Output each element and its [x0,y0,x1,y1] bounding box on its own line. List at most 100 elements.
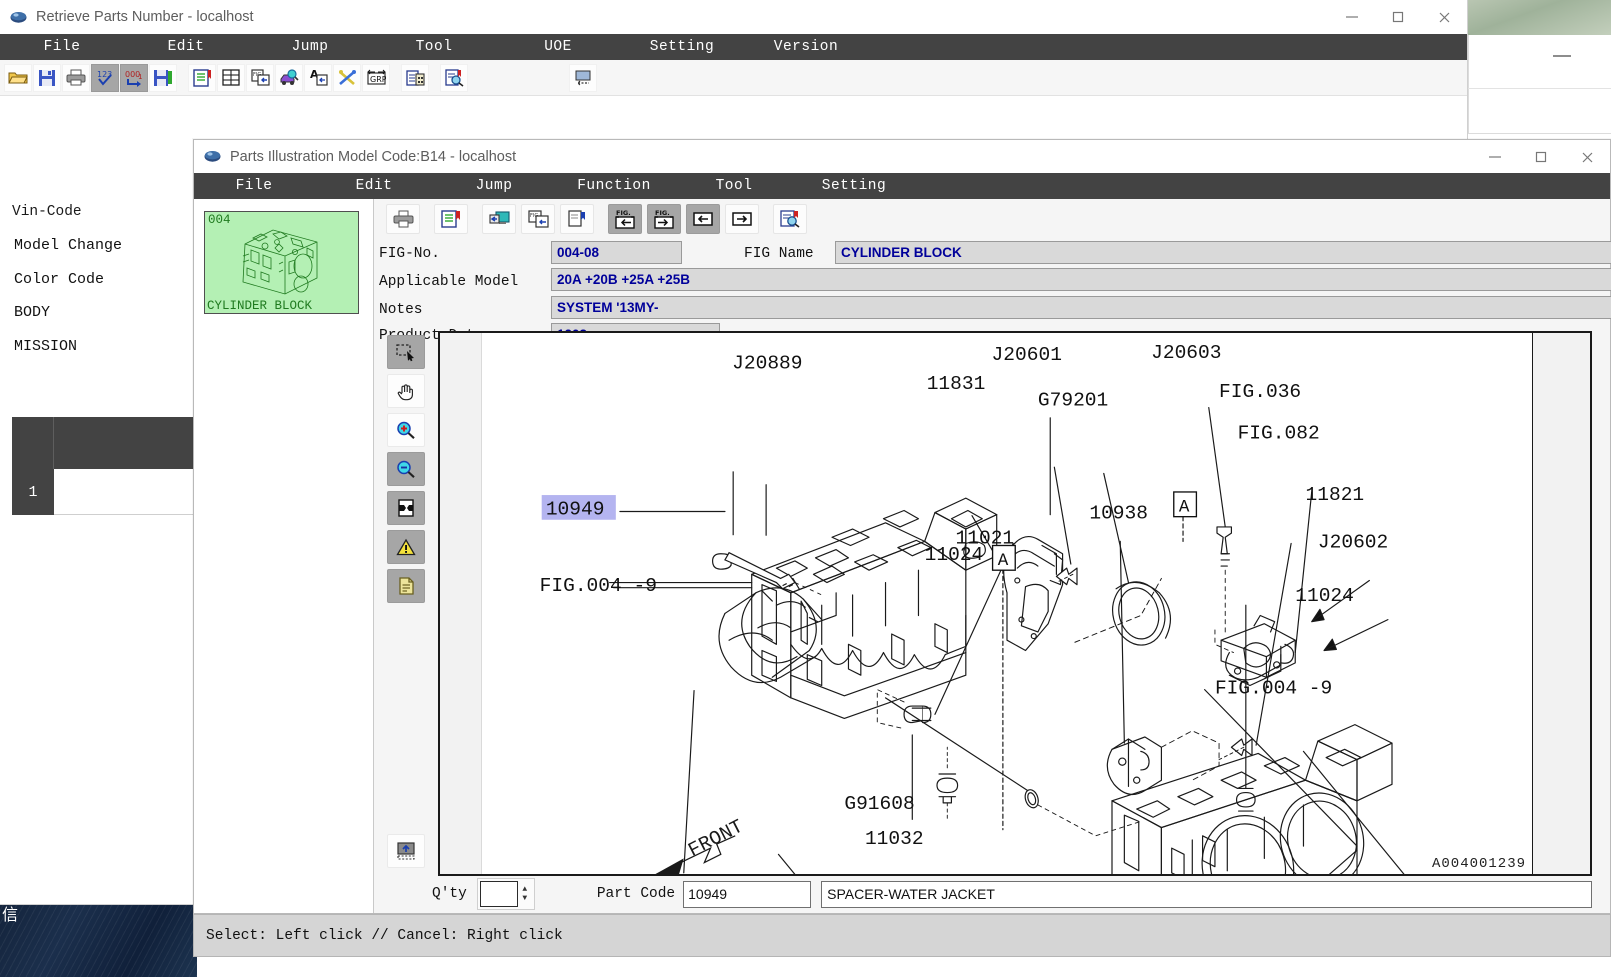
save-icon[interactable] [33,63,61,92]
fig-no-field[interactable]: 004-08 [551,241,682,265]
menu-uoe[interactable]: UOE [496,39,620,55]
child-window-controls [1472,140,1610,174]
child-menu-tool[interactable]: Tool [674,178,794,194]
numbers-sort-icon[interactable]: 000 1 [120,63,148,92]
child-window-titlebar[interactable]: Parts Illustration Model Code:B14 - loca… [194,140,1610,173]
main-window-controls [1329,0,1467,34]
zoom-out-icon[interactable] [387,452,425,487]
fig-jump-icon[interactable]: FIG [246,63,274,92]
transfer-pc-icon[interactable] [482,203,516,234]
main-window-titlebar[interactable]: Retrieve Parts Number - localhost [0,0,1467,34]
svg-text:11821: 11821 [1306,485,1365,507]
menu-jump[interactable]: Jump [248,39,372,55]
illustration-canvas[interactable]: FRONT J20889 11831 J20601 G79201 J20603 … [438,331,1592,876]
fig-no-label: FIG-No. [379,246,440,263]
child-menu-function[interactable]: Function [554,178,674,194]
marquee-select-icon[interactable] [387,335,425,370]
svg-text:11032: 11032 [865,828,924,850]
warning-icon[interactable] [387,530,425,565]
background-window-minimize-icon[interactable] [1553,55,1571,57]
menu-file[interactable]: File [0,39,124,55]
svg-text:FIG.: FIG. [655,209,670,217]
minimize-button[interactable] [1329,0,1375,34]
numbers-check-icon[interactable]: 123 [91,63,119,92]
svg-text:11831: 11831 [927,373,986,395]
figure-thumbnail[interactable]: 004 CYLINDER BLOCK [204,211,359,314]
canvas-drawing-surface[interactable]: FRONT J20889 11831 J20601 G79201 J20603 … [482,333,1532,874]
svg-text:A: A [998,551,1009,571]
qty-label: Q'ty [432,886,467,903]
svg-text:G79201: G79201 [1038,390,1108,412]
svg-text:FIG.004 -9: FIG.004 -9 [1215,678,1332,700]
svg-text:1: 1 [138,73,142,81]
order-list-icon[interactable] [434,203,468,234]
main-menubar: File Edit Jump Tool UOE Setting Version [0,34,1467,60]
main-window-title: Retrieve Parts Number - localhost [36,9,254,25]
child-close-button[interactable] [1564,140,1610,174]
figure-header-fields: FIG-No. 004-08 FIG Name CYLINDER BLOCK A… [374,238,1611,347]
print-icon[interactable] [62,63,90,92]
svg-text:FIG.004 -9: FIG.004 -9 [540,575,657,597]
fit-page-icon[interactable] [387,491,425,526]
svg-text:G91608: G91608 [844,793,914,815]
part-name-field: SPACER-WATER JACKET [821,880,1592,908]
svg-text:J20601: J20601 [992,345,1062,367]
menu-version[interactable]: Version [744,39,868,55]
part-code-input[interactable]: 10949 [683,880,812,908]
page-next-icon[interactable] [725,203,759,234]
multi-doc-icon[interactable] [401,63,429,92]
maximize-button[interactable] [1375,0,1421,34]
doc-search-icon[interactable] [773,203,807,234]
child-menu-jump[interactable]: Jump [434,178,554,194]
svg-text:A: A [1179,498,1190,518]
canvas-right-gutter [1532,333,1590,874]
svg-text:GRP: GRP [370,75,386,84]
chevron-up-icon[interactable]: ▲ [522,885,527,894]
fig-name-field[interactable]: CYLINDER BLOCK [835,241,1611,265]
child-maximize-button[interactable] [1518,140,1564,174]
menu-tool[interactable]: Tool [372,39,496,55]
open-icon[interactable] [4,63,32,92]
doc-search-icon[interactable] [440,63,468,92]
qty-input[interactable] [479,881,518,908]
grid-table-icon[interactable] [217,63,245,92]
quantity-stepper[interactable]: ▲ ▼ [476,878,535,911]
zoom-in-icon[interactable] [387,413,425,448]
vehicle-search-icon[interactable] [275,63,303,92]
sidebar-item-mission[interactable]: MISSION [14,338,77,355]
order-list-icon[interactable] [188,63,216,92]
print-icon[interactable] [386,203,420,234]
close-button[interactable] [1421,0,1467,34]
pan-hand-icon[interactable] [387,374,425,409]
notes-field[interactable]: SYSTEM '13MY- [551,296,1611,320]
qty-spinner-arrows[interactable]: ▲ ▼ [518,881,532,907]
select-region-icon[interactable] [569,63,597,92]
svg-text:10949: 10949 [546,499,605,521]
doc-new-icon[interactable] [560,203,594,234]
note-icon[interactable] [387,569,425,604]
illustration-pane: FIG FIG. FIG. FIG-No. 004-08 FIG Name CY… [374,199,1611,913]
status-bar: Select: Left click // Cancel: Right clic… [193,914,1611,957]
svg-text:J20602: J20602 [1318,532,1388,554]
text-entry-icon[interactable]: A [304,63,332,92]
save-green-icon[interactable] [149,63,177,92]
chevron-down-icon[interactable]: ▼ [522,894,527,903]
sidebar-item-color-code[interactable]: Color Code [14,271,104,288]
child-minimize-button[interactable] [1472,140,1518,174]
child-menu-setting[interactable]: Setting [794,178,914,194]
sidebar-item-body[interactable]: BODY [14,304,50,321]
fig-next-icon[interactable]: FIG. [647,203,681,234]
child-menu-edit[interactable]: Edit [314,178,434,194]
menu-edit[interactable]: Edit [124,39,248,55]
sidebar-item-model-change[interactable]: Model Change [14,237,122,254]
export-image-icon[interactable] [387,833,425,868]
menu-setting[interactable]: Setting [620,39,744,55]
svg-text:11024: 11024 [1295,585,1354,607]
applicable-model-field[interactable]: 20A +20B +25A +25B [551,268,1611,292]
fig-prev-icon[interactable]: FIG. [608,203,642,234]
page-prev-icon[interactable] [686,203,720,234]
group-icon[interactable]: GRP [362,63,390,92]
tools-icon[interactable] [333,63,361,92]
fig-jump-icon[interactable]: FIG [521,203,555,234]
child-menu-file[interactable]: File [194,178,314,194]
